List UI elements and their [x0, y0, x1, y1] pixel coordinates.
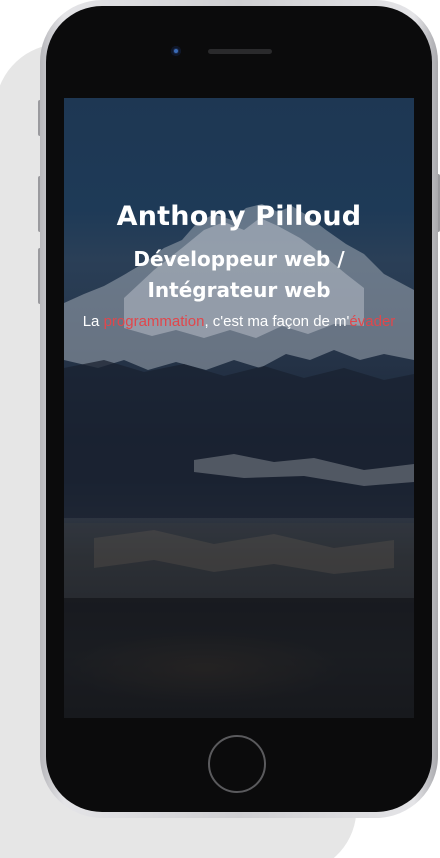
speaker-icon: [208, 49, 272, 54]
tagline-prefix: La: [82, 313, 104, 330]
mockup-stage: Anthony Pilloud Développeur web / Intégr…: [0, 0, 440, 858]
hero-role: Développeur web / Intégrateur web: [64, 244, 414, 306]
tagline-middle: , c'est ma façon de m': [204, 313, 350, 330]
tagline-highlight-programmation: programmation: [103, 313, 205, 330]
phone-screen: Anthony Pilloud Développeur web / Intégr…: [64, 98, 414, 718]
mountain-background: [64, 204, 414, 718]
hero-role-line-2: Intégrateur web: [147, 278, 331, 302]
hero-tagline: La programmation, c'est ma façon de m'év…: [64, 312, 414, 332]
home-button-icon[interactable]: [208, 735, 266, 793]
camera-icon: [171, 46, 181, 56]
hero-section: Anthony Pilloud Développeur web / Intégr…: [64, 200, 414, 332]
hero-name: Anthony Pilloud: [116, 201, 362, 232]
tagline-highlight-evader: évader: [349, 313, 396, 330]
hero-role-line-1: Développeur web /: [133, 247, 345, 271]
